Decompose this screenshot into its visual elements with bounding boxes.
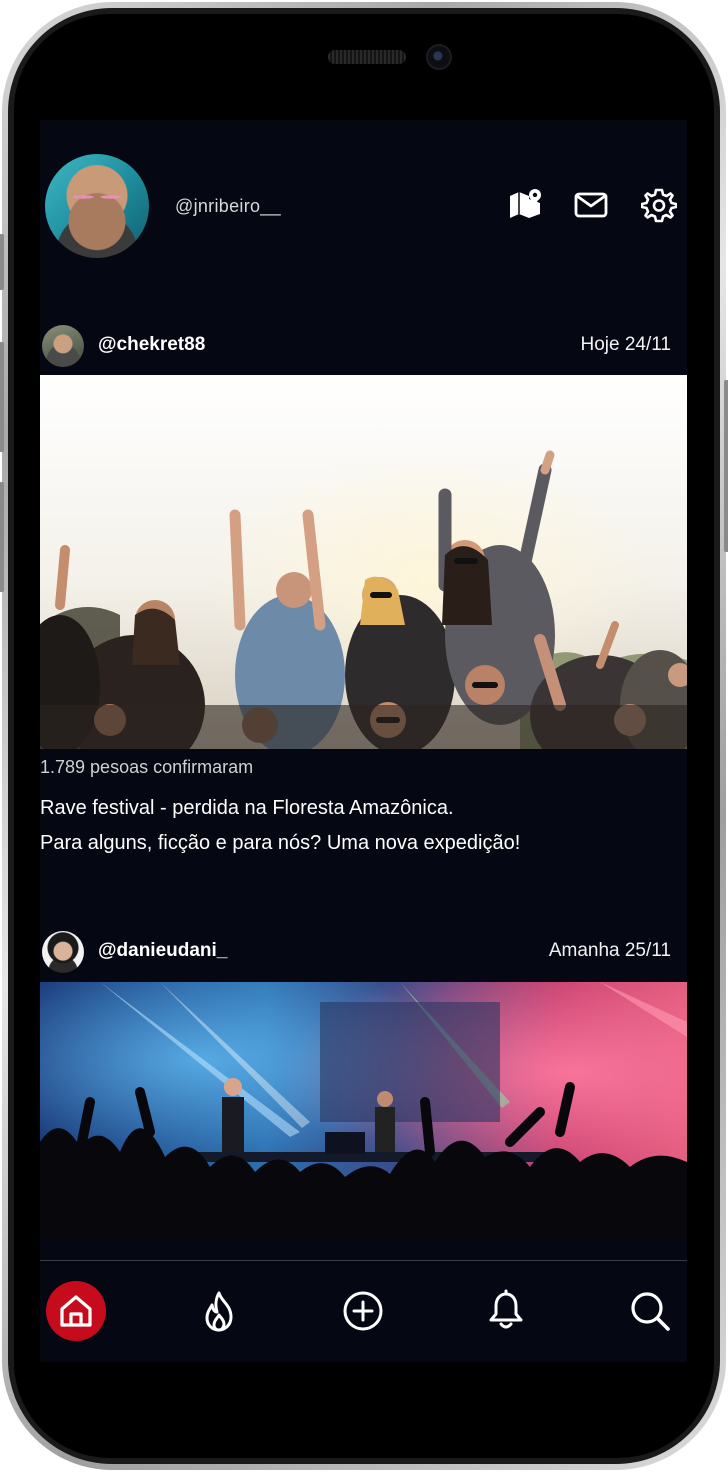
post-caption-line-1: Rave festival - perdida na Floresta Amaz… — [40, 797, 454, 819]
post-username[interactable]: @danieudani_ — [98, 940, 227, 962]
post-date: Hoje 24/11 — [580, 334, 672, 355]
speaker-grille — [328, 50, 406, 64]
flame-icon[interactable] — [189, 1281, 249, 1341]
post-avatar[interactable] — [42, 931, 84, 973]
post-avatar[interactable] — [42, 325, 84, 367]
search-icon[interactable] — [620, 1281, 680, 1341]
post-header: @chekret88 Hoje 24/11 — [40, 323, 687, 369]
front-camera — [426, 44, 452, 70]
plus-circle-icon[interactable] — [333, 1281, 393, 1341]
mute-switch — [0, 234, 4, 290]
post-date: Amanha 25/11 — [548, 940, 671, 961]
bottom-navigation — [40, 1260, 687, 1362]
profile-username: @jnribeiro__ — [175, 196, 281, 216]
power-button — [724, 380, 728, 552]
volume-down-button — [0, 482, 4, 592]
post-image-concert[interactable] — [40, 982, 687, 1240]
gear-icon[interactable] — [640, 186, 678, 224]
confirmed-count: 1.789 pesoas confirmaram — [40, 757, 254, 777]
profile-avatar[interactable] — [45, 154, 149, 258]
volume-up-button — [0, 342, 4, 452]
mail-icon[interactable] — [572, 186, 610, 224]
bell-icon[interactable] — [476, 1281, 536, 1341]
post-image-crowd[interactable] — [40, 375, 687, 749]
post-caption-line-2: Para alguns, ficção e para nós? Uma nova… — [40, 832, 521, 854]
app-screen: @jnribeiro__ @chekret88 Hoje 24/11 1.789… — [40, 120, 687, 1362]
post-username[interactable]: @chekret88 — [98, 334, 205, 356]
post-header: @danieudani_ Amanha 25/11 — [40, 929, 687, 975]
home-icon[interactable] — [46, 1281, 106, 1341]
map-pin-icon[interactable] — [506, 186, 544, 224]
